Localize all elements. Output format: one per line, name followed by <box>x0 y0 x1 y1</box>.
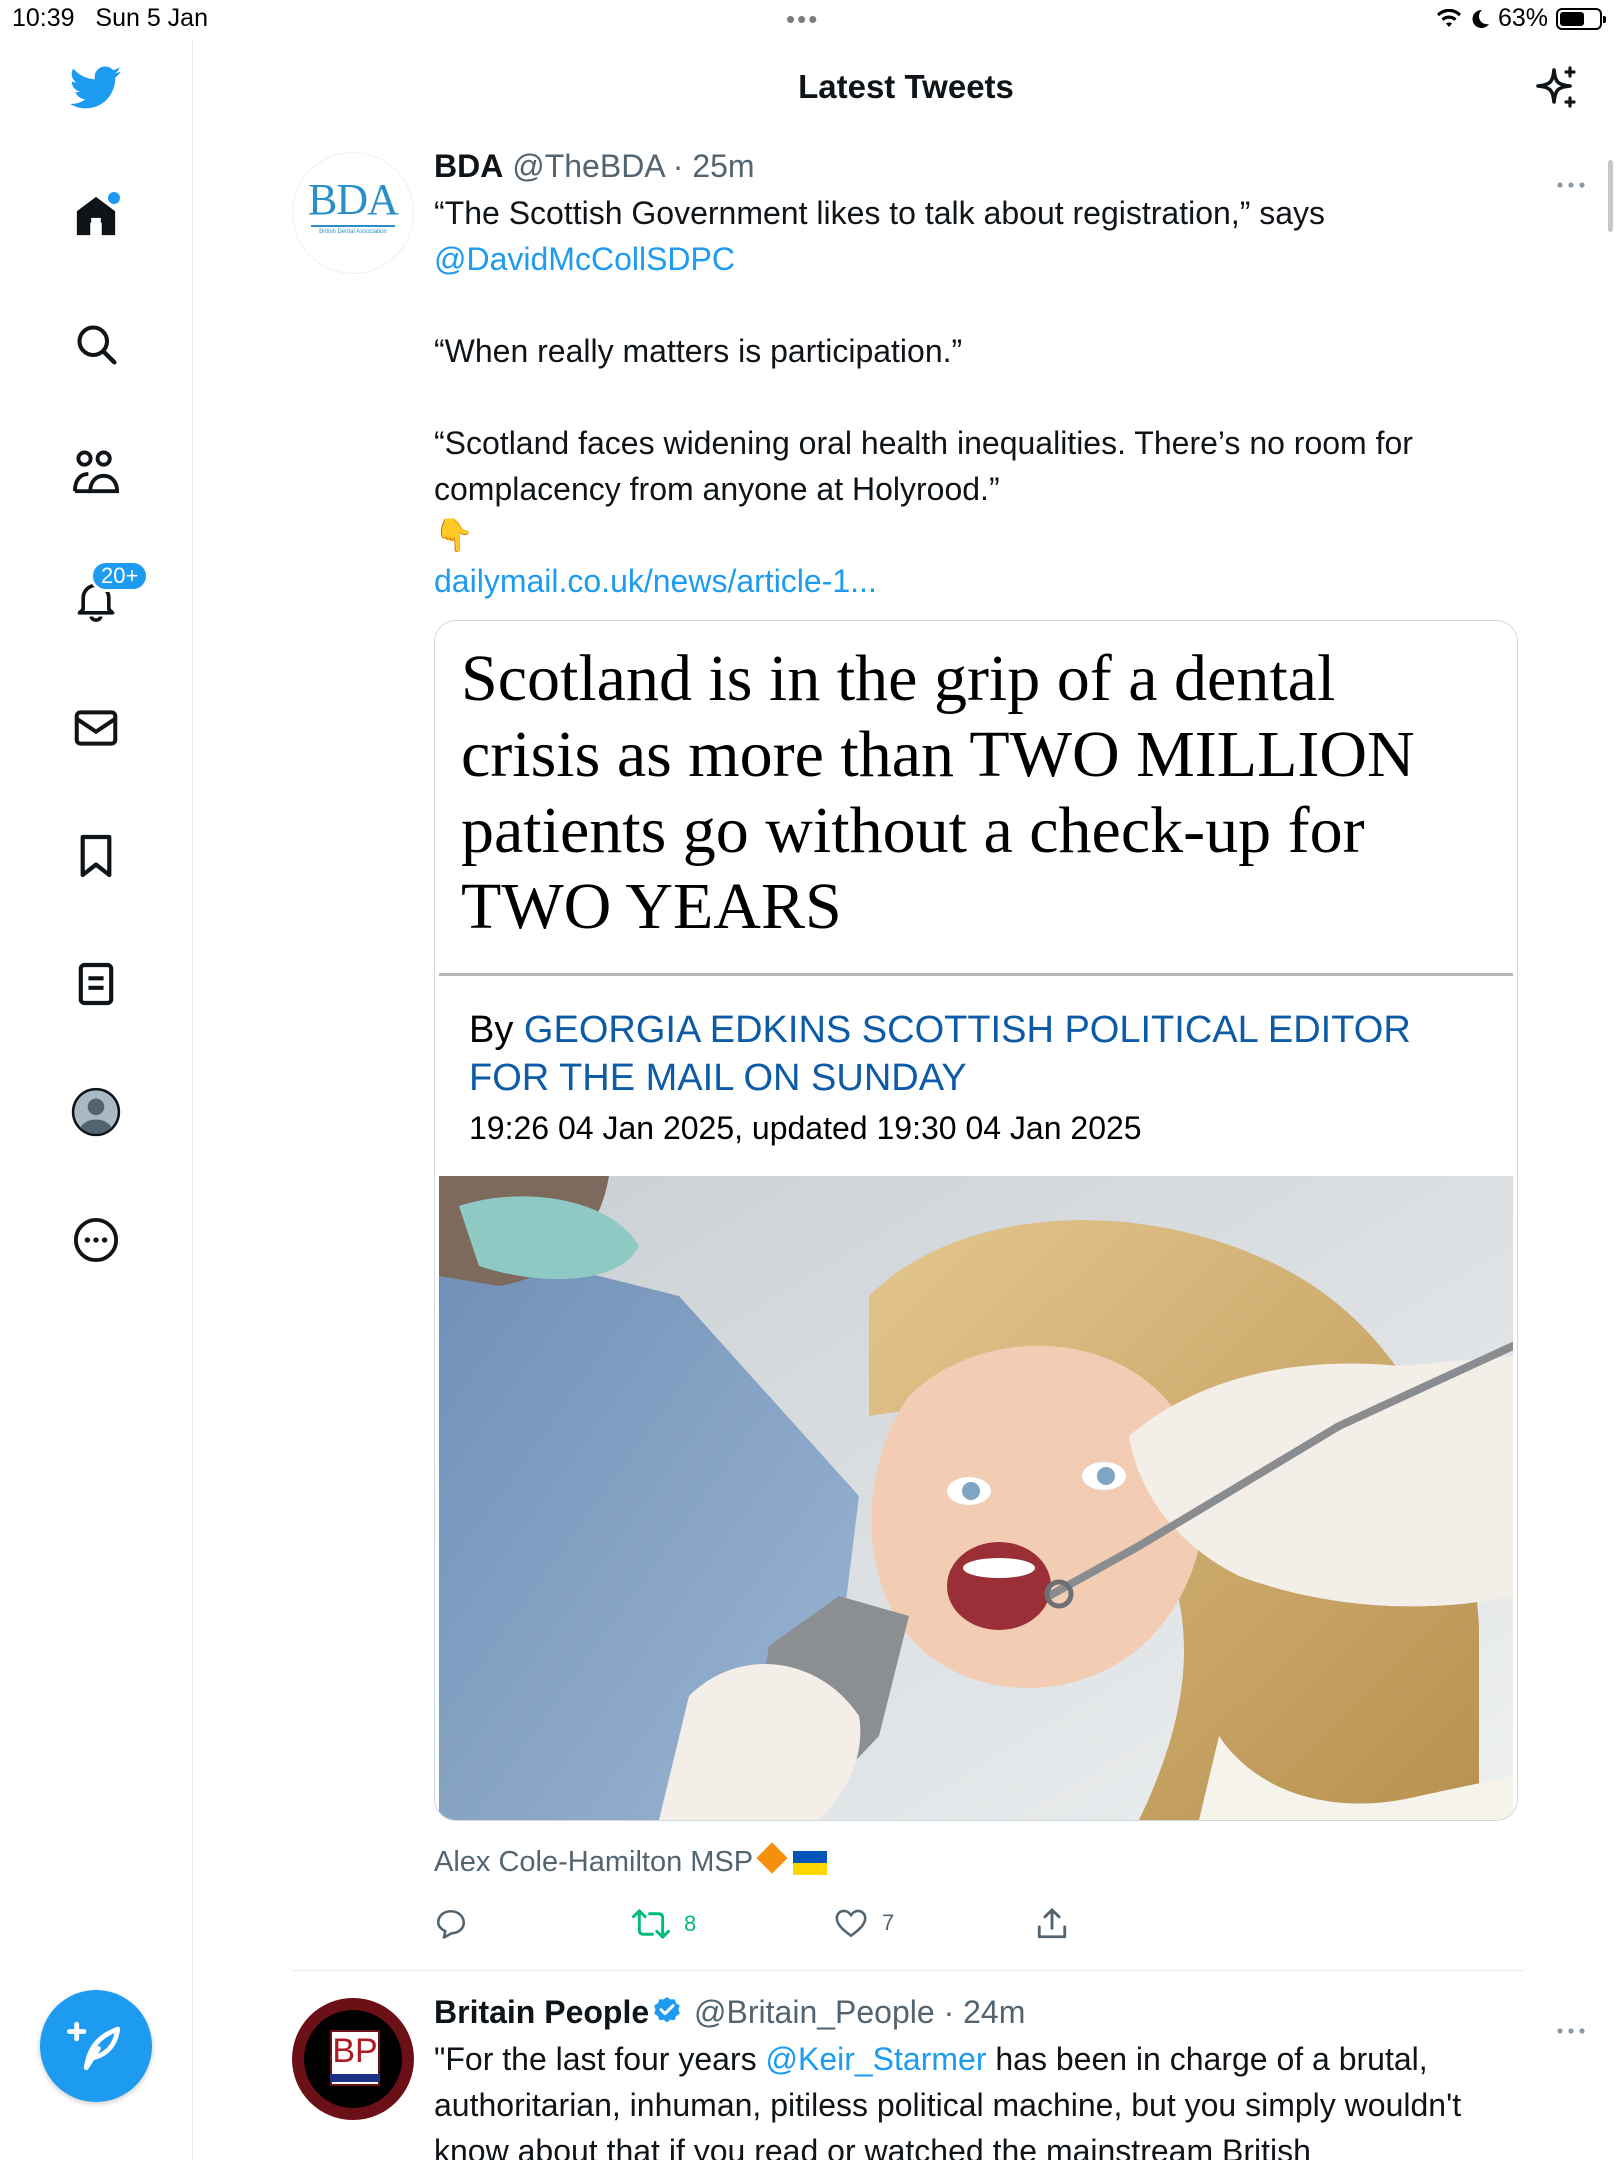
tweet-divider <box>292 1970 1524 1971</box>
card-photo <box>439 1176 1513 1820</box>
compose-feather-icon <box>67 2021 121 2071</box>
sidebar-item-bookmarks[interactable] <box>70 830 122 882</box>
like-count: 7 <box>882 1910 895 1935</box>
wifi-icon <box>1436 8 1461 27</box>
card-author: GEORGIA EDKINS SCOTTISH POLITICAL EDITOR… <box>469 1009 1411 1099</box>
like-button[interactable]: 7 <box>834 1907 894 1939</box>
heart-icon <box>835 1909 867 1938</box>
people-icon <box>73 450 120 494</box>
avatar[interactable]: BP <box>292 1998 414 2120</box>
dentist-photo-illustration <box>439 1176 1513 1820</box>
more-dots-icon <box>1557 2028 1585 2034</box>
author-name[interactable]: BDA <box>434 148 503 184</box>
tweet-header: BDA @TheBDA · 25m <box>434 148 755 184</box>
avatar[interactable]: BDA British Dental Association <box>292 152 414 274</box>
tweet-text: “The Scottish Government likes to talk a… <box>434 190 1516 604</box>
home-unread-dot <box>108 192 120 204</box>
tweet[interactable]: BP Britain People @Britain_People · 24m … <box>192 1992 1608 2160</box>
search-icon <box>77 325 117 365</box>
retweeted-by[interactable]: Alex Cole-Hamilton MSP <box>434 1841 1516 1879</box>
article-link[interactable]: dailymail.co.uk/news/article-1... <box>434 558 1516 604</box>
moon-icon <box>1472 9 1489 28</box>
page-title: Latest Tweets <box>798 68 1014 105</box>
more-icon <box>73 1217 119 1263</box>
tweet-header: Britain People @Britain_People · 24m <box>434 1994 1026 2030</box>
scrollbar[interactable] <box>1608 160 1613 232</box>
share-button[interactable] <box>1036 1907 1068 1941</box>
orange-diamond-icon <box>756 1842 788 1874</box>
sidebar-item-more[interactable] <box>70 1214 122 1266</box>
sidebar-item-search[interactable] <box>70 318 122 370</box>
share-icon <box>1037 1908 1067 1939</box>
envelope-icon <box>74 710 118 746</box>
retweet-count: 8 <box>684 1911 697 1936</box>
multitask-dots[interactable]: ••• <box>786 4 819 35</box>
card-date: 19:26 04 Jan 2025, updated 19:30 04 Jan … <box>469 1110 1142 1146</box>
card-byline: By GEORGIA EDKINS SCOTTISH POLITICAL EDI… <box>469 1009 1411 1099</box>
sidebar-item-lists[interactable] <box>70 958 122 1010</box>
retweet-button[interactable]: 8 <box>632 1907 696 1941</box>
retweet-icon <box>632 1909 670 1939</box>
reply-button[interactable] <box>434 1907 468 1941</box>
tweet-more-button[interactable] <box>1556 164 1586 196</box>
profile-icon <box>71 1087 121 1137</box>
tweet-actions: 8 7 <box>434 1907 1516 1957</box>
bookmark-icon <box>80 834 112 878</box>
battery-icon <box>1556 7 1606 30</box>
battery-percent: 63% <box>1497 4 1548 32</box>
status-time: 10:39 Sun 5 Jan <box>12 4 208 32</box>
list-icon <box>78 962 114 1006</box>
link-card[interactable]: Scotland is in the grip of a dental cris… <box>434 620 1518 1821</box>
status-indicators: 63% <box>1436 4 1606 33</box>
tweet-more-button[interactable] <box>1556 2010 1586 2042</box>
sidebar-item-profile[interactable] <box>70 1086 122 1138</box>
card-headline: Scotland is in the grip of a dental cris… <box>461 642 1415 943</box>
tweet-time: 24m <box>963 1994 1026 2030</box>
sidebar-item-communities[interactable] <box>70 446 122 498</box>
mention-link[interactable]: @Keir_Starmer <box>765 2041 986 2077</box>
author-handle[interactable]: @Britain_People <box>694 1994 935 2030</box>
twitter-logo-icon[interactable] <box>70 62 122 114</box>
more-dots-icon <box>1557 182 1585 188</box>
sidebar-item-home[interactable] <box>70 190 122 242</box>
verified-badge-icon <box>654 1997 680 2023</box>
author-name[interactable]: Britain People <box>434 1994 649 2030</box>
sidebar: 20+ <box>0 40 193 2160</box>
tweet-text: "For the last four years @Keir_Starmer h… <box>434 2041 1462 2160</box>
sidebar-item-notifications[interactable]: 20+ <box>70 560 150 626</box>
mention-link[interactable]: @DavidMcCollSDPC <box>434 241 735 277</box>
bda-logo: BDA British Dental Association <box>308 175 399 236</box>
ukraine-flag-icon <box>793 1851 828 1875</box>
compose-tweet-button[interactable] <box>40 1990 152 2102</box>
tweet-time: 25m <box>692 148 755 184</box>
sparkle-icon[interactable] <box>1532 64 1580 112</box>
reply-icon <box>436 1909 466 1939</box>
bp-logo-text: BP <box>332 2032 378 2070</box>
pointing-down-emoji: 👇 <box>434 517 474 553</box>
notifications-badge: 20+ <box>90 560 150 592</box>
sidebar-item-messages[interactable] <box>70 702 122 754</box>
status-bar: 10:39 Sun 5 Jan ••• 63% <box>0 0 1620 40</box>
author-handle[interactable]: @TheBDA <box>512 148 664 184</box>
